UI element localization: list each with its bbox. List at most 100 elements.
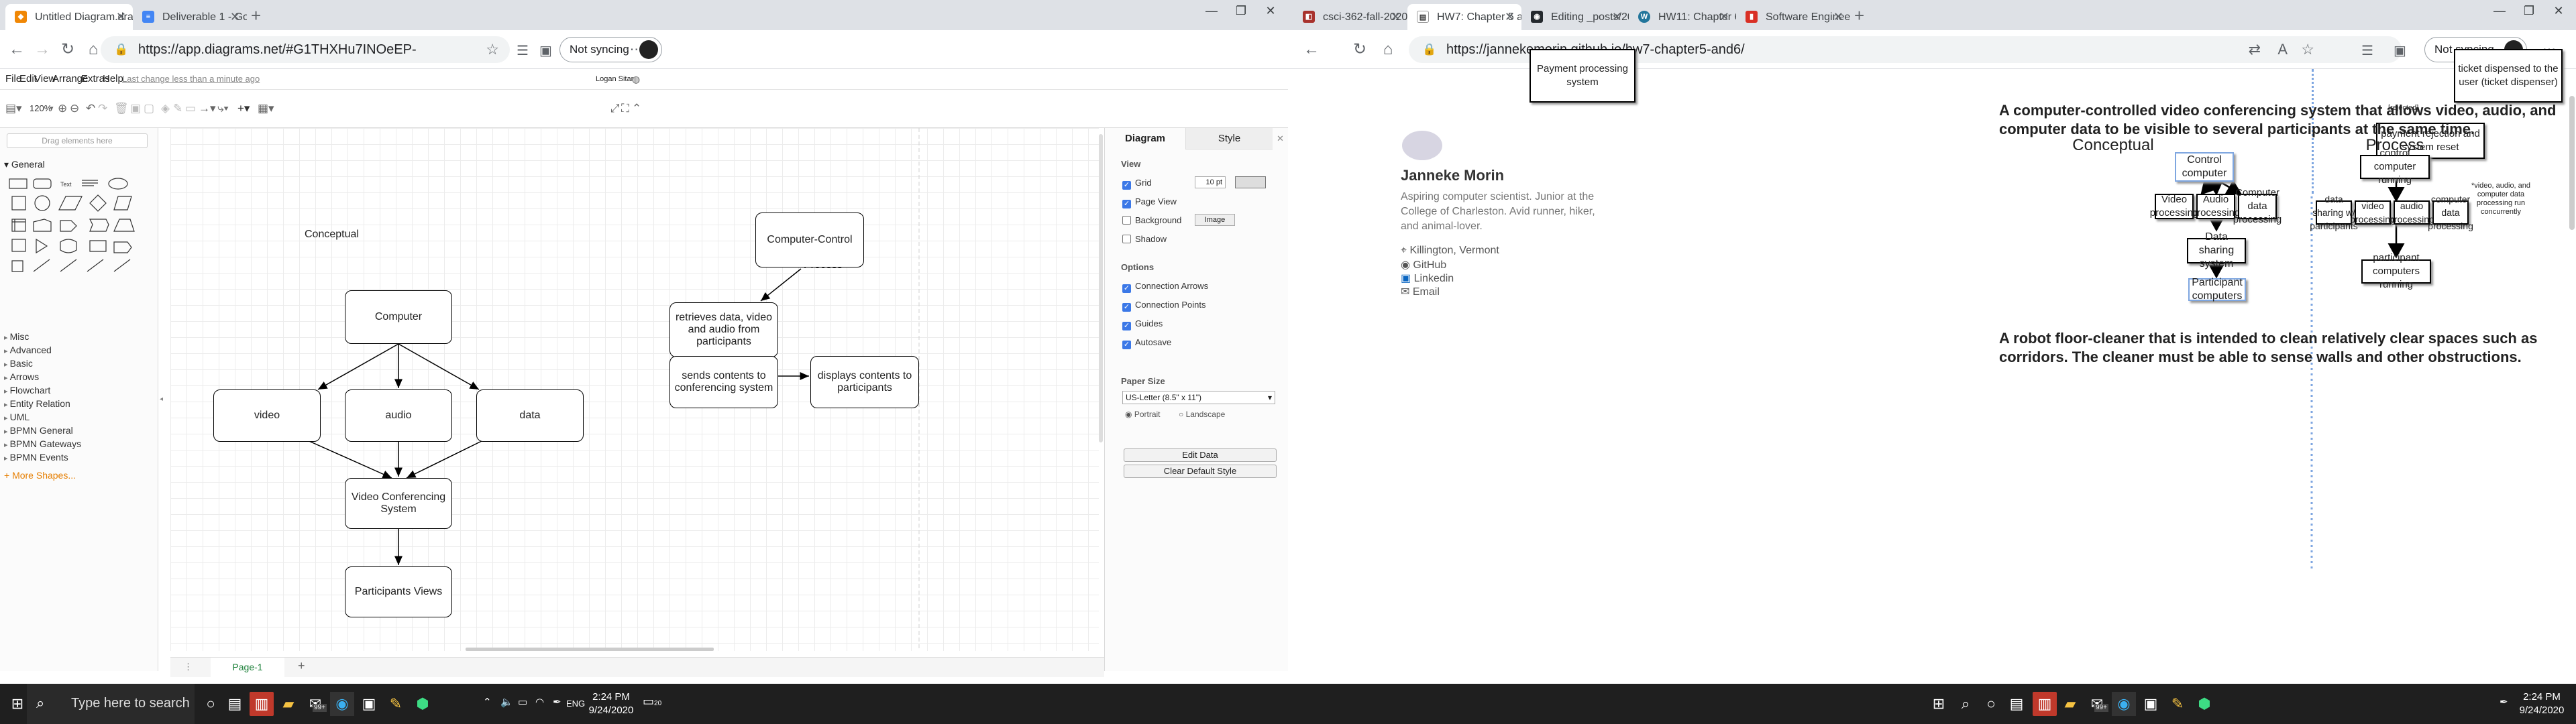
autosave-checkbox[interactable]: ✓ Autosave [1122, 337, 1171, 349]
show-hidden-icon[interactable]: ⌃ [483, 696, 492, 709]
to-back-icon[interactable]: ▢ [144, 101, 154, 117]
collections-icon[interactable]: ▣ [2394, 42, 2406, 59]
landscape-radio[interactable]: ○ Landscape [1179, 410, 1225, 419]
sidebar-section-bpmn-general[interactable]: BPMN General [4, 425, 73, 436]
general-shapes-palette[interactable]: Text [7, 175, 148, 276]
profile-sync-button[interactable]: Not syncing [559, 37, 662, 62]
home-button[interactable]: ⌂ [1378, 40, 1398, 60]
sidebar-section-arrows[interactable]: Arrows [4, 371, 40, 382]
grid-checkbox[interactable]: ✓ Grid [1122, 178, 1152, 190]
restore-button[interactable]: ❐ [2516, 4, 2542, 18]
shadow-icon[interactable]: ▭ [185, 101, 196, 117]
clock[interactable]: 2:24 PM 9/24/2020 [588, 690, 635, 717]
close-window-button[interactable]: ✕ [1257, 4, 1284, 18]
redo-icon[interactable]: ↷ [98, 101, 107, 117]
grid-size-input[interactable]: 10 pt [1195, 176, 1226, 188]
insert-icon[interactable]: +▾ [237, 101, 250, 117]
tab-csci-362[interactable]: ◧ csci-362-fall-2020-02 ✕ [1293, 4, 1407, 30]
displays-contents-node[interactable]: displays contents to participants [810, 356, 919, 408]
tab-style[interactable]: Style [1185, 128, 1273, 149]
tab-diagram[interactable]: Diagram [1105, 128, 1185, 149]
sidebar-section-basic[interactable]: Basic [4, 358, 33, 369]
globe-icon[interactable]: ◍ [632, 69, 640, 89]
close-icon[interactable]: ✕ [116, 4, 126, 30]
minimize-button[interactable]: — [1198, 4, 1225, 18]
android-studio-icon[interactable]: ⬢ [2192, 692, 2216, 716]
sidebar-section-uml[interactable]: UML [4, 412, 30, 422]
edge-icon[interactable]: ◉ [2112, 692, 2136, 716]
tab-hw11[interactable]: W HW11: Chapter 6 – Eric Ho ✕ [1629, 4, 1736, 30]
close-icon[interactable]: ✕ [1612, 4, 1622, 30]
zoom-in-icon[interactable]: ⊕ [58, 101, 67, 117]
notepad-icon[interactable]: ✎ [2165, 692, 2190, 716]
background-checkbox[interactable]: Background [1122, 215, 1181, 225]
dropdown-icon[interactable]: ▾ [50, 101, 54, 117]
line-color-icon[interactable]: ✎ [173, 101, 182, 117]
app-icon[interactable]: ▥ [2033, 692, 2057, 716]
more-menu-icon[interactable]: ⋯ [625, 41, 639, 58]
minimize-button[interactable]: — [2486, 4, 2513, 18]
notifications-icon[interactable]: ▭20 [643, 695, 661, 711]
close-window-button[interactable]: ✕ [2545, 4, 2572, 18]
page-tab-page-1[interactable]: Page-1 [211, 658, 284, 677]
taskbar-search-box[interactable]: ⌕ Type here to search [27, 684, 195, 724]
tab-software-engineering[interactable]: ▮ Software Engineering by la ✕ [1736, 4, 1850, 30]
file-explorer-icon[interactable]: ▰ [2058, 692, 2082, 716]
edge-icon[interactable]: ◉ [330, 692, 354, 716]
battery-icon[interactable]: ▭ [518, 696, 527, 709]
wifi-icon[interactable]: ◠ [535, 696, 544, 709]
portrait-radio[interactable]: ◉ Portrait [1125, 410, 1161, 419]
volume-icon[interactable]: 🔈 [500, 696, 513, 709]
diagram-canvas[interactable]: Conceptual Process Computer video audio … [170, 128, 1099, 651]
connection-arrows-checkbox[interactable]: ✓ Connection Arrows [1122, 281, 1208, 293]
add-page-icon[interactable]: + [298, 659, 305, 673]
restore-button[interactable]: ❐ [1228, 4, 1254, 18]
tab-google-docs[interactable]: ≡ Deliverable 1 - Google Docs ✕ [133, 4, 247, 30]
computer-control-node[interactable]: Computer-Control [755, 213, 864, 267]
task-view-icon[interactable]: ▤ [2004, 692, 2029, 716]
bookmark-star-icon[interactable]: ☆ [486, 36, 499, 63]
mail-icon[interactable]: ✉99+ [303, 692, 327, 716]
file-explorer-icon[interactable]: ▰ [276, 692, 301, 716]
connection-icon[interactable]: →▾ [199, 101, 216, 117]
collections-icon[interactable]: ▣ [539, 42, 552, 59]
close-panel-icon[interactable]: ✕ [1277, 133, 1284, 144]
clock[interactable]: 2:24 PM 9/24/2020 [2518, 690, 2565, 717]
participants-views-node[interactable]: Participants Views [345, 566, 452, 617]
zoom-out-icon[interactable]: ⊖ [70, 101, 79, 117]
menu-help[interactable]: Help [103, 69, 123, 89]
language-indicator[interactable]: ENG [566, 697, 585, 711]
table-icon[interactable]: ▦▾ [258, 101, 274, 117]
vertical-scrollbar[interactable] [1099, 134, 1103, 442]
windows-start-icon[interactable]: ⊞ [5, 692, 30, 716]
edit-data-button[interactable]: Edit Data [1124, 448, 1277, 462]
reload-button[interactable]: ↻ [58, 40, 78, 60]
delete-icon[interactable]: 🗑 [114, 101, 129, 117]
cortana-icon[interactable]: ○ [199, 692, 223, 716]
horizontal-scrollbar[interactable] [466, 648, 714, 651]
windows-start-icon[interactable]: ⊞ [1927, 692, 1951, 716]
search-icon[interactable]: ⌕ [1953, 692, 1978, 716]
android-studio-icon[interactable]: ⬢ [411, 692, 435, 716]
sidebar-section-advanced[interactable]: Advanced [4, 345, 52, 355]
url-field[interactable]: 🔒 https://app.diagrams.net/#G1THXHu7INOe… [101, 36, 510, 84]
pen-icon[interactable]: ✒ [2500, 696, 2508, 709]
page-view-checkbox[interactable]: ✓ Page View [1122, 196, 1177, 208]
notepad-icon[interactable]: ✎ [384, 692, 408, 716]
sidebar-section-entity-relation[interactable]: Entity Relation [4, 398, 70, 409]
app-icon[interactable]: ▥ [250, 692, 274, 716]
translate-icon[interactable]: ⇄ [2249, 36, 2261, 63]
bookmark-star-icon[interactable]: ☆ [2301, 36, 2314, 63]
clear-default-style-button[interactable]: Clear Default Style [1124, 465, 1277, 478]
new-tab-button[interactable]: + [251, 5, 261, 25]
app2-icon[interactable]: ▣ [357, 692, 381, 716]
new-tab-button[interactable]: + [1854, 5, 1864, 25]
reading-list-icon[interactable]: ☰ [517, 42, 529, 59]
video-conferencing-system-node[interactable]: Video Conferencing System [345, 478, 452, 529]
close-icon[interactable]: ✕ [1833, 4, 1843, 30]
app2-icon[interactable]: ▣ [2139, 692, 2163, 716]
grid-color-button[interactable] [1235, 176, 1266, 188]
sends-contents-node[interactable]: sends contents to conferencing system [669, 356, 778, 408]
fullscreen-icon[interactable]: ⤢ [610, 101, 620, 117]
data-node[interactable]: data [476, 389, 584, 442]
